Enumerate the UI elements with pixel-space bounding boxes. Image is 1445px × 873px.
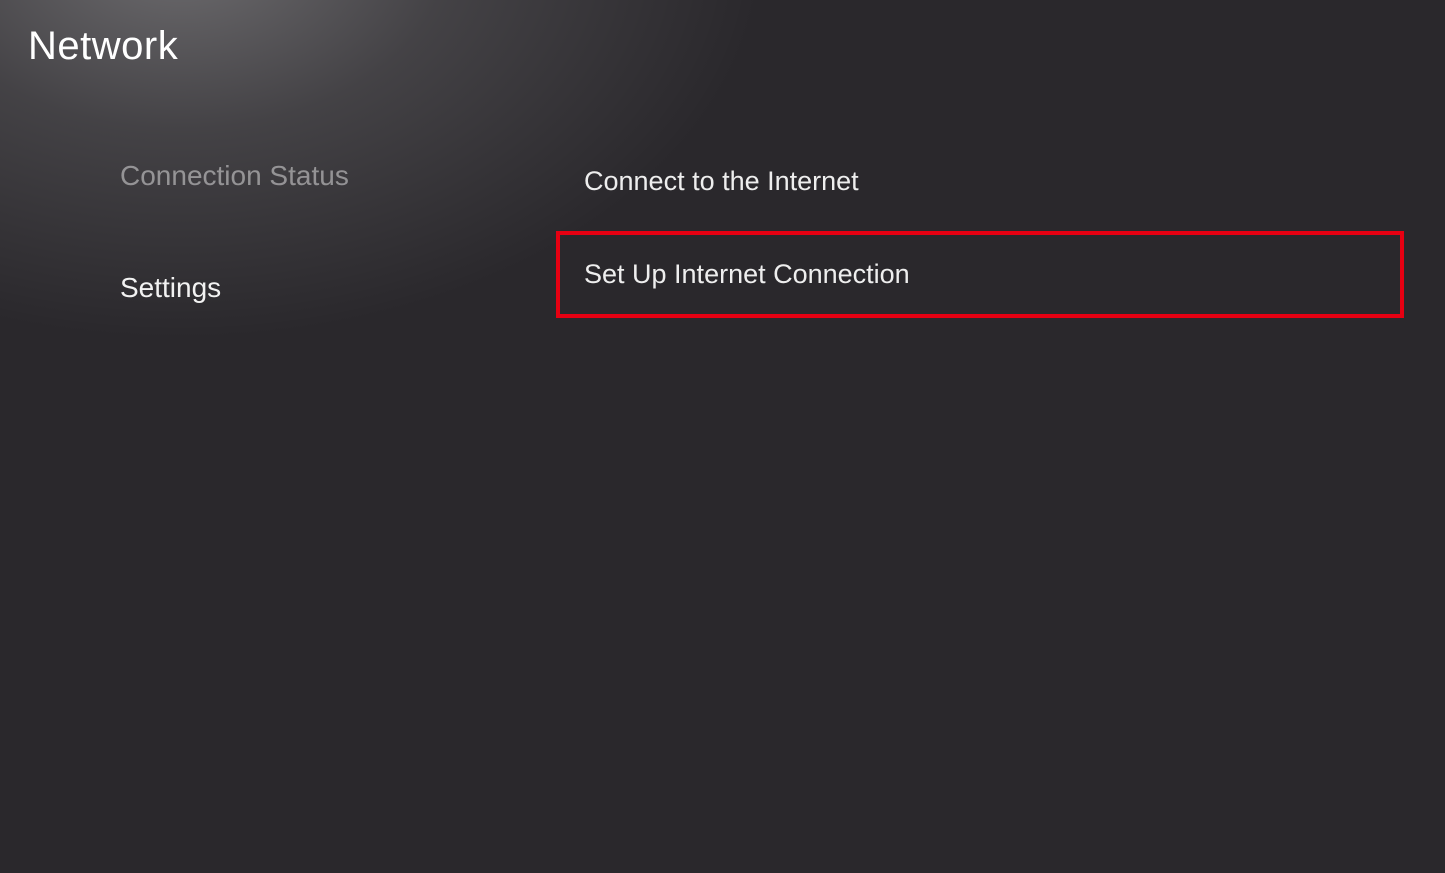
sidebar-item-settings[interactable]: Settings [120, 260, 500, 316]
option-connect-to-internet[interactable]: Connect to the Internet [560, 142, 1400, 221]
sidebar-item-label: Settings [120, 272, 221, 303]
sidebar-item-connection-status[interactable]: Connection Status [120, 148, 500, 204]
option-label: Set Up Internet Connection [584, 259, 910, 289]
sidebar: Connection Status Settings [120, 148, 500, 372]
page-title: Network [28, 24, 178, 69]
main-panel: Connect to the Internet Set Up Internet … [560, 142, 1400, 318]
option-set-up-internet-connection[interactable]: Set Up Internet Connection [556, 231, 1404, 318]
option-label: Connect to the Internet [584, 166, 859, 196]
sidebar-item-label: Connection Status [120, 160, 349, 191]
